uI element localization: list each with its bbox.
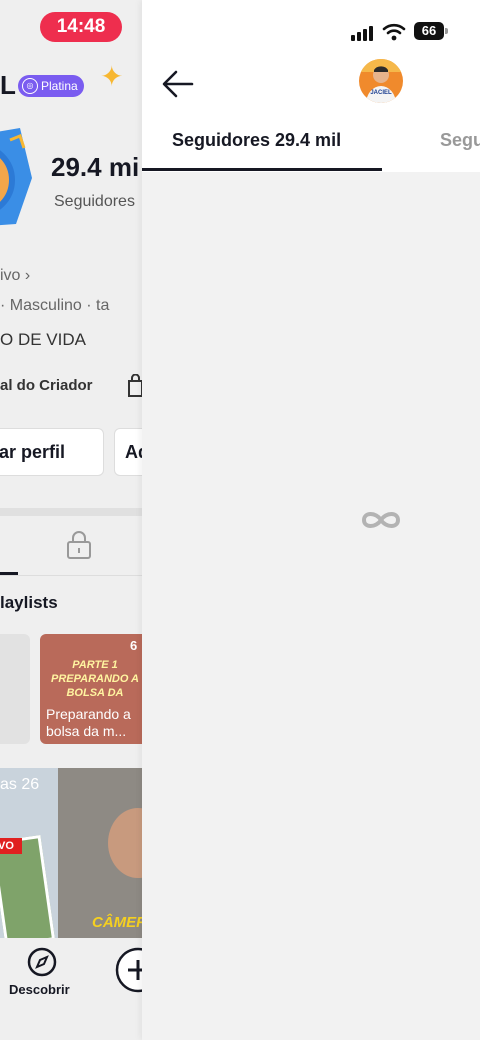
- video-thumbnail[interactable]: as 26 VO: [0, 768, 58, 938]
- background-profile-page: 14:48 L ◎ Platina ✦ 29.4 mi Seguidores i…: [0, 0, 142, 1040]
- header-avatar[interactable]: JACIEL: [358, 58, 404, 104]
- playlist-card[interactable]: PARTE 1 PREPARANDO A BOLSA DA Preparando…: [40, 634, 142, 744]
- creator-center-link[interactable]: al do Criador: [0, 377, 93, 394]
- followers-count: 29.4 mi: [51, 152, 140, 182]
- profile-avatar[interactable]: [0, 128, 36, 236]
- battery-level: 66: [421, 23, 437, 38]
- video-thumbnail[interactable]: CÂMER: [58, 768, 142, 938]
- lock-icon[interactable]: [66, 530, 92, 560]
- second-button-label: Ad: [125, 442, 142, 462]
- bio-text: O DE VIDA: [0, 330, 86, 349]
- profile-name: L: [0, 70, 16, 100]
- shopping-bag-icon[interactable]: [126, 374, 142, 398]
- tab-followers[interactable]: Seguidores 29.4 mil: [172, 130, 341, 151]
- avatar-shirt-text: JACIEL: [370, 90, 392, 96]
- badge-icon: ◎: [22, 78, 38, 94]
- status-time: 14:48: [40, 12, 122, 42]
- create-plus-icon[interactable]: [114, 946, 142, 996]
- panel-header: 66 JACIEL Seguidores 29.4 mil Segu: [142, 0, 480, 172]
- edit-profile-button[interactable]: ar perfil: [0, 428, 104, 476]
- cellular-signal-icon: [351, 26, 373, 41]
- edit-profile-label: ar perfil: [0, 442, 66, 462]
- divider: [0, 508, 142, 516]
- followers-label[interactable]: Seguidores: [54, 193, 135, 211]
- profile-info-line: · Masculino · ta: [0, 297, 110, 314]
- active-tab-indicator: [142, 168, 382, 171]
- wifi-icon: [382, 23, 406, 41]
- playlist-card-title: Preparando a bolsa da m...: [46, 706, 131, 739]
- nav-discover-label[interactable]: Descobrir: [9, 982, 70, 997]
- playlist-card[interactable]: [0, 634, 30, 744]
- tab-following[interactable]: Segu: [440, 130, 480, 151]
- battery-icon: 66: [414, 22, 444, 40]
- followers-panel: 66 JACIEL Seguidores 29.4 mil Segu: [142, 0, 480, 1040]
- platinum-badge[interactable]: ◎ Platina: [18, 75, 84, 97]
- video-caption: CÂMER: [92, 914, 142, 931]
- video-face-art: [108, 808, 142, 878]
- sparkle-icon: ✦: [100, 61, 124, 92]
- loading-spinner-icon: [361, 512, 401, 528]
- compass-icon[interactable]: [26, 946, 58, 978]
- tab-divider: [0, 575, 142, 576]
- playlist-card-count: 6: [130, 638, 138, 653]
- platinum-badge-label: Platina: [41, 79, 78, 93]
- playlist-card-overlay: PARTE 1 PREPARANDO A BOLSA DA: [50, 659, 139, 699]
- bio-link[interactable]: ivo ›: [0, 267, 30, 285]
- video-badge: VO: [0, 838, 22, 854]
- video-caption: as 26: [0, 776, 40, 793]
- second-profile-button[interactable]: Ad: [114, 428, 142, 476]
- back-arrow-icon[interactable]: [160, 66, 196, 102]
- playlists-heading: laylists: [0, 593, 58, 612]
- battery-cap: [445, 28, 448, 34]
